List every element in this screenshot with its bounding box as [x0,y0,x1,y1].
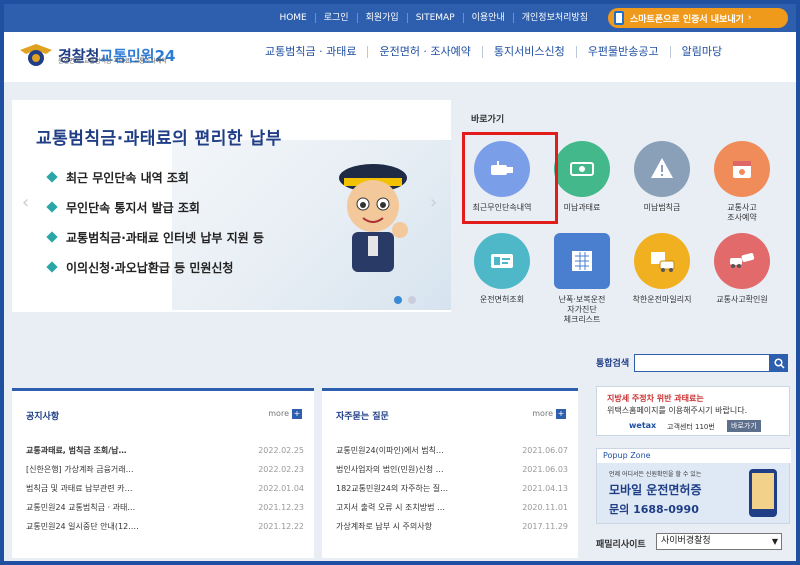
slide-dot[interactable] [408,296,416,304]
checklist-icon [554,233,610,289]
hero-next-arrow-icon[interactable]: › [430,192,437,213]
plus-icon: + [556,409,566,419]
list-item[interactable]: 교통과태료, 범칙금 조회/납… 2022.02.25 [26,441,304,460]
accident-icon [714,233,770,289]
search-icon [773,357,785,369]
signup-link[interactable]: 회원가입 [358,13,408,23]
quick-accident-reservation[interactable]: 교통사고 조사예약 [702,131,782,222]
main-nav: 교통범칙금 · 과태료 운전면허 · 조사예약 통지서비스신청 우편물반송공고 … [254,46,733,58]
site-header: 경찰청교통민원24 운전면허, 교통범칙금 과태료, 교통조사예약 교통범칙금 … [4,32,796,82]
privacy-link[interactable]: 개인정보처리방침 [514,13,596,23]
smartphone-cert-label: 스마트폰으로 인증서 내보내기 [630,14,744,25]
guide-link[interactable]: 이용안내 [464,13,514,23]
hero-prev-arrow-icon[interactable]: ‹ [22,192,29,213]
wetax-logo: wetax [629,421,657,430]
phone-icon [614,11,624,25]
arrow-right-icon: › [747,13,752,23]
list-item[interactable]: 교통민원24 일시중단 안내(12.… 2021.12.22 [26,517,304,536]
list-item[interactable]: 고지서 출력 오류 시 조치방법 … 2020.11.01 [336,498,568,517]
search-input[interactable] [634,354,770,372]
nav-returned-mail[interactable]: 우편물반송공고 [577,46,671,58]
sitemap-link[interactable]: SITEMAP [408,13,464,23]
nav-notice-board[interactable]: 알림마당 [671,46,733,58]
notice-title: 공지사항 [26,412,60,422]
top-utility-bar: HOME 로그인 회원가입 SITEMAP 이용안내 개인정보처리방침 스마트폰… [4,4,796,32]
faq-list: 교통민원24(이파인)에서 범칙… 2021.06.07 법인사업자의 법인(민원… [336,441,568,536]
popup-zone-banner[interactable]: Popup Zone 언제 어디서든 신원확인을 할 수 있는 모바일 운전면허… [596,448,791,524]
mileage-icon [634,233,690,289]
diamond-bullet-icon [46,231,58,243]
hero-title: 교통범칙금·과태료의 편리한 납부 [36,129,282,149]
hero-pagination [394,296,416,304]
faq-panel: 자주묻는 질문 more + 교통민원24(이파인)에서 범칙… 2021.06.0… [322,388,578,558]
warning-icon [634,141,690,197]
diamond-bullet-icon [46,201,58,213]
notice-more-button[interactable]: more + [268,409,302,419]
quick-links-label: 바로가기 [471,115,505,125]
site-logo[interactable]: 경찰청교통민원24 [18,40,175,70]
nav-fines[interactable]: 교통범칙금 · 과태료 [254,46,369,58]
list-item[interactable]: 182교통민원24의 자주하는 질… 2021.04.13 [336,479,568,498]
search-label: 통합검색 [596,359,630,369]
police-mascot-icon [339,164,408,272]
list-item[interactable]: [신한은행] 가상계좌 금융거래… 2022.02.23 [26,460,304,479]
chevron-down-icon: ▼ [771,537,778,546]
login-link[interactable]: 로그인 [316,13,358,23]
hero-feature-list: 최근 무인단속 내역 조회 무인단속 통지서 발급 조회 교통범칙금·과태료 인… [46,162,264,282]
quick-accident-certificate[interactable]: 교통사고확인원 [702,223,782,313]
family-site-select[interactable]: 사이버경찰청 ▼ [656,533,782,550]
money-icon [554,141,610,197]
nav-license[interactable]: 운전면허 · 조사예약 [368,46,483,58]
logo-subtitle: 운전면허, 교통범칙금 과태료, 교통조사예약 [58,58,167,65]
calendar-icon [714,141,770,197]
slide-dot-active[interactable] [394,296,402,304]
license-icon [474,233,530,289]
list-item[interactable]: 교통민원24(이파인)에서 범칙… 2021.06.07 [336,441,568,460]
hero-item: 이의신청·과오납환급 등 민원신청 [46,252,264,282]
nav-notification[interactable]: 통지서비스신청 [483,46,577,58]
quick-license-check[interactable]: 운전면허조회 [462,223,542,313]
popup-zone-title: Popup Zone [597,449,791,463]
wetax-banner[interactable]: 지방세 주정차 위반 과태료는 위택스홈페이지를 이용해주시기 바랍니다. we… [596,386,790,436]
faq-title: 자주묻는 질문 [336,412,389,422]
hero-item: 교통범칙금·과태료 인터넷 납부 지원 등 [46,222,264,252]
browser-page: HOME 로그인 회원가입 SITEMAP 이용안내 개인정보처리방침 스마트폰… [4,4,796,561]
list-item[interactable]: 가상계좌로 납부 시 주의사항 2017.11.29 [336,517,568,536]
wetax-shortcut-button[interactable]: 바로가기 [727,420,761,432]
police-emblem-icon [20,44,52,66]
list-item[interactable]: 범칙금 및 과태료 납부관련 카… 2022.01.04 [26,479,304,498]
smartphone-cert-button[interactable]: 스마트폰으로 인증서 내보내기 › [608,8,788,28]
hero-item: 최근 무인단속 내역 조회 [46,162,264,192]
hero-banner[interactable]: 교통범칙금·과태료의 편리한 납부 최근 무인단속 내역 조회 무인단속 통지서… [12,100,451,312]
quick-unpaid-penalty[interactable]: 미납범칙금 [622,131,702,221]
plus-icon: + [292,409,302,419]
diamond-bullet-icon [46,261,58,273]
quick-good-driving-mileage[interactable]: 착한운전마일리지 [622,223,702,313]
notice-panel: 공지사항 more + 교통과태료, 범칙금 조회/납… 2022.02.25 [신… [12,388,314,558]
highlight-box [462,132,558,224]
hero-item: 무인단속 통지서 발급 조회 [46,192,264,222]
faq-more-button[interactable]: more + [532,409,566,419]
list-item[interactable]: 교통민원24 교통범칙금 · 과태… 2021.12.23 [26,498,304,517]
family-site-label: 패밀리사이트 [596,540,646,550]
home-link[interactable]: HOME [271,13,316,23]
diamond-bullet-icon [46,171,58,183]
notice-list: 교통과태료, 범칙금 조회/납… 2022.02.25 [신한은행] 가상계좌 금… [26,441,304,536]
search-button[interactable] [770,354,788,372]
quick-reckless-checklist[interactable]: 난폭·보복운전 자가진단 체크리스트 [542,223,622,324]
utility-links: HOME 로그인 회원가입 SITEMAP 이용안내 개인정보처리방침 [271,4,596,32]
list-item[interactable]: 법인사업자의 법인(민원)신청 … 2021.06.03 [336,460,568,479]
mobile-phone-icon [749,469,777,517]
